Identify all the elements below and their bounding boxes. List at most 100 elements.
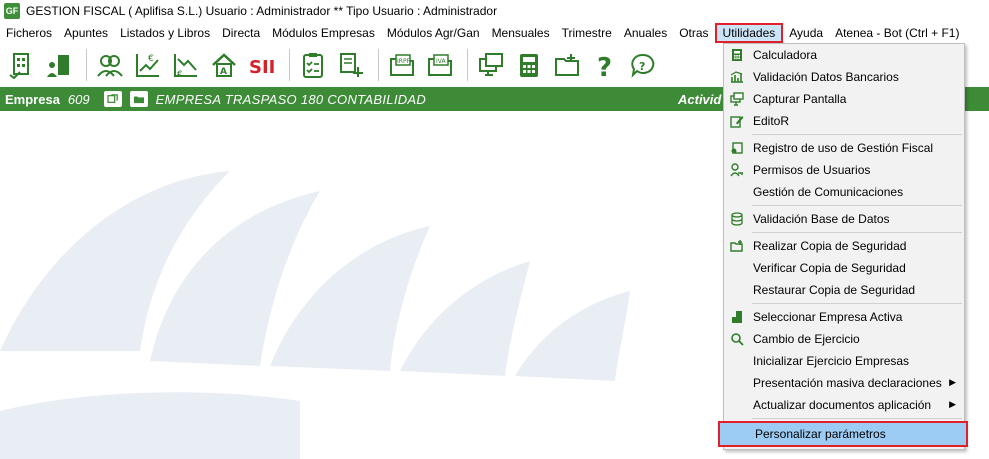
svg-text:?: ? [597, 53, 612, 79]
company-number: 609 [67, 91, 90, 107]
menuitem-restaurar-copia[interactable]: Restaurar Copia de Seguridad [724, 279, 964, 301]
menuitem-permisos-usuarios[interactable]: Permisos de Usuarios [724, 159, 964, 181]
menuitem-label: Inicializar Ejercicio Empresas [753, 354, 910, 368]
menu-listados-libros[interactable]: Listados y Libros [114, 23, 216, 43]
menuitem-label: Registro de uso de Gestión Fiscal [753, 141, 934, 155]
menuitem-capturar-pantalla[interactable]: Capturar Pantalla [724, 88, 964, 110]
utilidades-dropdown: Calculadora Validación Datos Bancarios C… [718, 43, 968, 450]
menuitem-personalizar-parametros[interactable]: Personalizar parámetros [718, 421, 968, 447]
menuitem-label: Restaurar Copia de Seguridad [753, 283, 916, 297]
menuitem-calculadora[interactable]: Calculadora [724, 44, 964, 66]
edit-icon [730, 114, 744, 128]
menuitem-seleccionar-empresa[interactable]: Seleccionar Empresa Activa [724, 306, 964, 328]
menuitem-label: Gestión de Comunicaciones [753, 185, 904, 199]
menuitem-actualizar-documentos[interactable]: Actualizar documentos aplicación ▶ [724, 394, 964, 416]
menu-separator [752, 418, 962, 419]
company-list-icon[interactable] [4, 48, 38, 82]
menuitem-label: EditoR [753, 114, 790, 128]
menuitem-presentacion-masiva[interactable]: Presentación masiva declaraciones ▶ [724, 372, 964, 394]
svg-text:?: ? [639, 60, 645, 73]
toolbar-separator [86, 49, 87, 81]
menuitem-inicializar-ejercicio[interactable]: Inicializar Ejercicio Empresas [724, 350, 964, 372]
chat-help-icon[interactable]: ? [626, 48, 660, 82]
magnifier-icon [730, 332, 744, 346]
database-icon [730, 212, 744, 226]
expense-chart-icon[interactable]: € [169, 48, 203, 82]
menuitem-gestion-comunicaciones[interactable]: Gestión de Comunicaciones [724, 181, 964, 203]
income-chart-icon[interactable]: € [131, 48, 165, 82]
bank-icon [730, 70, 744, 84]
users-icon[interactable] [93, 48, 127, 82]
menu-separator [752, 232, 962, 233]
balance-icon[interactable] [334, 48, 368, 82]
menu-ficheros[interactable]: Ficheros [0, 23, 58, 43]
menu-apuntes[interactable]: Apuntes [58, 23, 114, 43]
monitor-icon [730, 92, 744, 106]
menuitem-validacion-base-datos[interactable]: Validación Base de Datos [724, 208, 964, 230]
menu-directa[interactable]: Directa [216, 23, 266, 43]
menuitem-label: Actualizar documentos aplicación [753, 398, 932, 412]
building-icon [730, 310, 744, 324]
svg-text:SII: SII [249, 57, 275, 78]
activity-label: Activid [678, 91, 722, 107]
menuitem-label: Verificar Copia de Seguridad [753, 261, 906, 275]
company-workers-icon[interactable] [42, 48, 76, 82]
menuitem-label: Capturar Pantalla [753, 92, 847, 106]
irpf-folder-icon[interactable]: IRPF [385, 48, 419, 82]
svg-text:€: € [177, 70, 183, 79]
svg-text:IRPF: IRPF [397, 58, 411, 65]
title-bar: GF GESTION FISCAL ( Aplifisa S.L.) Usuar… [0, 0, 989, 22]
register-icon [730, 141, 744, 155]
copy-company-icon[interactable] [103, 91, 122, 107]
menu-modulos-agr-gan[interactable]: Módulos Agr/Gan [381, 23, 486, 43]
menuitem-label: Cambio de Ejercicio [753, 332, 860, 346]
menu-ayuda[interactable]: Ayuda [783, 23, 829, 43]
folder-add-icon[interactable] [550, 48, 584, 82]
menu-mensuales[interactable]: Mensuales [486, 23, 556, 43]
screens-icon[interactable] [474, 48, 508, 82]
checklist-icon[interactable] [296, 48, 330, 82]
backup-icon [730, 239, 744, 253]
user-key-icon [730, 163, 744, 177]
menuitem-label: Permisos de Usuarios [753, 163, 871, 177]
menu-anuales[interactable]: Anuales [618, 23, 673, 43]
svg-text:A: A [220, 67, 227, 77]
property-icon[interactable]: A [207, 48, 241, 82]
open-folder-icon[interactable] [129, 91, 148, 107]
sii-icon[interactable]: SII [245, 48, 279, 82]
menu-bar: Ficheros Apuntes Listados y Libros Direc… [0, 22, 989, 44]
submenu-arrow-icon: ▶ [949, 377, 956, 387]
menu-trimestre[interactable]: Trimestre [556, 23, 618, 43]
menuitem-label: Realizar Copia de Seguridad [753, 239, 907, 253]
iva-folder-icon[interactable]: IVA [423, 48, 457, 82]
menuitem-label: Personalizar parámetros [755, 427, 886, 441]
toolbar-separator [289, 49, 290, 81]
menu-separator [752, 205, 962, 206]
menu-separator [752, 134, 962, 135]
menu-separator [752, 303, 962, 304]
menu-otras[interactable]: Otras [673, 23, 714, 43]
help-question-icon[interactable]: ? [588, 48, 622, 82]
menuitem-label: Seleccionar Empresa Activa [753, 310, 903, 324]
toolbar-separator [378, 49, 379, 81]
calculator-icon [730, 48, 744, 62]
menu-utilidades[interactable]: Utilidades [714, 23, 784, 43]
menu-modulos-empresas[interactable]: Módulos Empresas [266, 23, 381, 43]
company-name: EMPRESA TRASPASO 180 CONTABILIDAD [155, 91, 427, 107]
menuitem-registro-uso[interactable]: Registro de uso de Gestión Fiscal [724, 137, 964, 159]
menu-atenea-bot[interactable]: Atenea - Bot (Ctrl + F1) [829, 23, 965, 43]
svg-text:€: € [148, 54, 154, 64]
menuitem-cambio-ejercicio[interactable]: Cambio de Ejercicio [724, 328, 964, 350]
submenu-arrow-icon: ▶ [949, 399, 956, 409]
menuitem-label: Presentación masiva declaraciones [753, 376, 942, 390]
calculator-icon[interactable] [512, 48, 546, 82]
app-logo: GF [4, 3, 20, 19]
menuitem-validacion-datos-bancarios[interactable]: Validación Datos Bancarios [724, 66, 964, 88]
svg-text:IVA: IVA [436, 58, 446, 65]
toolbar-separator [467, 49, 468, 81]
menuitem-editor[interactable]: EditoR [724, 110, 964, 132]
menuitem-label: Validación Datos Bancarios [753, 70, 899, 84]
menuitem-realizar-copia[interactable]: Realizar Copia de Seguridad [724, 235, 964, 257]
menuitem-label: Calculadora [753, 48, 818, 62]
menuitem-verificar-copia[interactable]: Verificar Copia de Seguridad [724, 257, 964, 279]
